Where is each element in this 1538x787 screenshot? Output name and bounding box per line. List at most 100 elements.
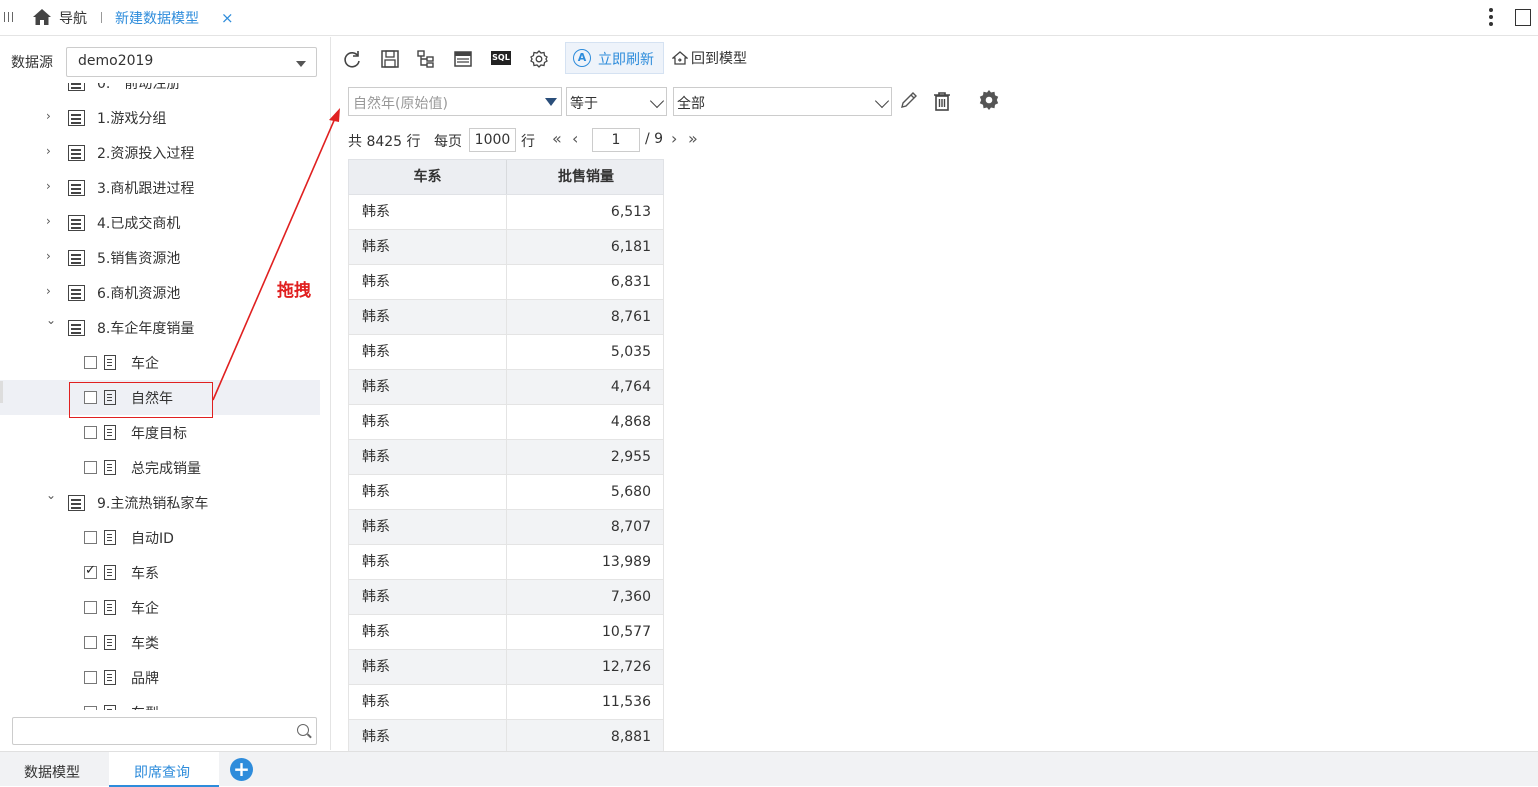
field-icon bbox=[104, 670, 116, 685]
chevron-down-icon[interactable]: ⌄ bbox=[46, 313, 56, 327]
table-cell: 11,536 bbox=[602, 694, 651, 710]
save-icon[interactable] bbox=[380, 49, 400, 69]
table-row[interactable]: 韩系 11,536 bbox=[348, 685, 664, 720]
nav-tab-label[interactable]: 导航 bbox=[59, 8, 87, 28]
field-checkbox[interactable] bbox=[84, 426, 97, 439]
table-cell: 12,726 bbox=[602, 659, 651, 675]
table-row[interactable]: 韩系 6,181 bbox=[348, 230, 664, 265]
tree-node-label: 2.资源投入过程 bbox=[97, 146, 195, 162]
tab-new-data-model[interactable]: 新建数据模型 bbox=[115, 8, 199, 28]
add-tab-icon[interactable]: + bbox=[230, 758, 253, 781]
maximize-icon[interactable] bbox=[1515, 9, 1531, 26]
table-row[interactable]: 韩系 12,726 bbox=[348, 650, 664, 685]
tab-data-model[interactable]: 数据模型 bbox=[24, 762, 80, 782]
home-icon[interactable] bbox=[32, 8, 52, 26]
table-row[interactable]: 韩系 4,764 bbox=[348, 370, 664, 405]
table-row[interactable]: 韩系 5,035 bbox=[348, 335, 664, 370]
last-page-icon[interactable]: » bbox=[688, 129, 698, 148]
field-checkbox[interactable] bbox=[84, 671, 97, 684]
tab-adhoc-query[interactable]: 即席查询 bbox=[134, 762, 190, 782]
column-header[interactable]: 车系 bbox=[349, 160, 507, 194]
table-row[interactable]: 韩系 8,881 bbox=[348, 720, 664, 755]
tree-node-field[interactable]: 车系 bbox=[0, 555, 320, 590]
field-checkbox[interactable] bbox=[84, 531, 97, 544]
filter-field-select[interactable]: 自然年(原始值) bbox=[348, 87, 562, 116]
table-row[interactable]: 韩系 4,868 bbox=[348, 405, 664, 440]
per-page-input[interactable]: 1000 bbox=[469, 128, 516, 152]
field-search-input[interactable] bbox=[12, 717, 317, 745]
field-checkbox[interactable] bbox=[84, 636, 97, 649]
table-icon bbox=[68, 320, 85, 336]
table-header: 车系 批售销量 bbox=[348, 159, 664, 195]
tree-node-partial[interactable]: 0.一前动注册 bbox=[0, 83, 320, 100]
next-page-icon[interactable]: › bbox=[671, 129, 677, 148]
tree-node-field[interactable]: 品牌 bbox=[0, 660, 320, 695]
table-view-icon[interactable] bbox=[453, 49, 473, 69]
filter-operator-select[interactable]: 等于 bbox=[566, 87, 667, 116]
field-checkbox[interactable] bbox=[84, 601, 97, 614]
edit-icon[interactable] bbox=[899, 90, 919, 110]
trash-icon[interactable] bbox=[933, 91, 951, 111]
caret-down-icon bbox=[545, 98, 557, 106]
back-to-model-button[interactable]: 回到模型 bbox=[672, 48, 747, 68]
current-page-input[interactable]: 1 bbox=[592, 128, 640, 152]
field-checkbox[interactable] bbox=[84, 563, 97, 579]
tree-node-label: 5.销售资源池 bbox=[97, 251, 181, 267]
table-row[interactable]: 韩系 10,577 bbox=[348, 615, 664, 650]
table-icon bbox=[68, 83, 85, 91]
field-icon bbox=[104, 565, 116, 580]
table-row[interactable]: 韩系 6,513 bbox=[348, 195, 664, 230]
gear-icon[interactable] bbox=[978, 89, 1000, 111]
search-icon[interactable] bbox=[297, 724, 309, 736]
close-icon[interactable]: × bbox=[221, 9, 234, 27]
table-icon bbox=[68, 250, 85, 266]
bottom-tab-bar: 数据模型 即席查询 + bbox=[0, 751, 1538, 787]
first-page-icon[interactable]: « bbox=[552, 129, 562, 148]
prev-page-icon[interactable]: ‹ bbox=[572, 129, 578, 148]
table-row[interactable]: 韩系 8,761 bbox=[348, 300, 664, 335]
tree-node-table[interactable]: ⌄ 9.主流热销私家车 bbox=[0, 485, 320, 520]
field-checkbox[interactable] bbox=[84, 706, 97, 710]
chevron-right-icon[interactable]: › bbox=[46, 144, 56, 158]
table-row[interactable]: 韩系 2,955 bbox=[348, 440, 664, 475]
chevron-down-icon bbox=[874, 93, 890, 109]
chevron-right-icon[interactable]: › bbox=[46, 179, 56, 193]
highlight-box bbox=[69, 382, 213, 418]
settings-icon[interactable] bbox=[529, 49, 549, 69]
refresh-icon[interactable] bbox=[342, 49, 362, 69]
table-row[interactable]: 韩系 7,360 bbox=[348, 580, 664, 615]
field-checkbox[interactable] bbox=[84, 356, 97, 369]
table-row[interactable]: 韩系 5,680 bbox=[348, 475, 664, 510]
chevron-right-icon[interactable]: › bbox=[46, 109, 56, 123]
refresh-now-button[interactable]: A 立即刷新 bbox=[565, 42, 664, 74]
chevron-down-icon[interactable]: ⌄ bbox=[46, 488, 56, 502]
back-home-icon bbox=[672, 51, 688, 65]
tree-node-field[interactable]: 车型 bbox=[0, 695, 320, 710]
table-icon bbox=[68, 215, 85, 231]
tree-scrollbar[interactable] bbox=[0, 381, 3, 403]
filter-value-select[interactable]: 全部 bbox=[673, 87, 892, 116]
more-vertical-icon[interactable] bbox=[1489, 8, 1493, 28]
tree-node-field[interactable]: 年度目标 bbox=[0, 415, 320, 450]
datasource-select[interactable]: demo2019 bbox=[66, 47, 317, 77]
field-checkbox[interactable] bbox=[84, 461, 97, 474]
column-header[interactable]: 批售销量 bbox=[507, 160, 665, 194]
grip-icon[interactable] bbox=[4, 10, 14, 24]
table-row[interactable]: 韩系 6,831 bbox=[348, 265, 664, 300]
tree-node-label: 自动ID bbox=[131, 531, 174, 547]
tab-separator bbox=[101, 12, 102, 23]
chevron-right-icon[interactable]: › bbox=[46, 214, 56, 228]
table-row[interactable]: 韩系 8,707 bbox=[348, 510, 664, 545]
hierarchy-icon[interactable] bbox=[416, 49, 436, 69]
tree-node-field[interactable]: 车企 bbox=[0, 590, 320, 625]
table-row[interactable]: 韩系 13,989 bbox=[348, 545, 664, 580]
table-cell: 韩系 bbox=[349, 615, 507, 649]
tree-node-field[interactable]: 自动ID bbox=[0, 520, 320, 555]
table-cell: 韩系 bbox=[349, 720, 507, 754]
sql-icon[interactable]: SQL bbox=[491, 51, 511, 65]
tree-node-field[interactable]: 车类 bbox=[0, 625, 320, 660]
tree-node-field[interactable]: 总完成销量 bbox=[0, 450, 320, 485]
chevron-right-icon[interactable]: › bbox=[46, 284, 56, 298]
chevron-right-icon[interactable]: › bbox=[46, 249, 56, 263]
tree-node-label: 车型 bbox=[131, 703, 159, 710]
